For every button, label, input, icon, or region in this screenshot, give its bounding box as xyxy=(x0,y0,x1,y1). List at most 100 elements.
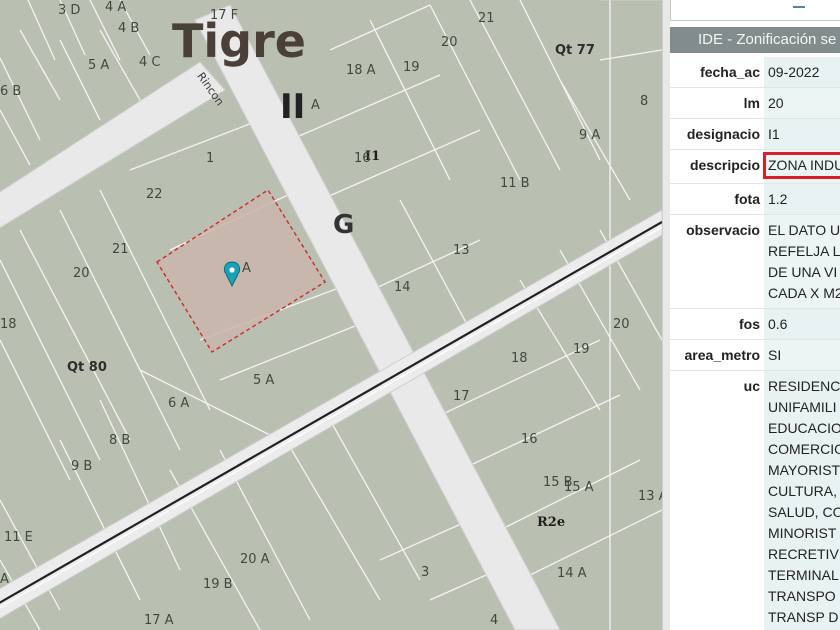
attribute-value: 09-2022 xyxy=(764,57,840,88)
attribute-value: RESIDENC UNIFAMILI EDUCACIO COMERCIO MAYORIS… xyxy=(764,370,840,630)
lot-label: 20 A xyxy=(240,552,270,567)
attribute-value-line: MINORIST xyxy=(768,525,837,541)
zone-code-r2e: R2e xyxy=(537,515,566,530)
attribute-row-designacio: designacio I1 xyxy=(670,118,840,150)
lot-label: 17 A xyxy=(144,613,174,628)
lot-label: 5 A xyxy=(88,58,110,73)
attribute-value-line: 0.6 xyxy=(768,316,788,332)
lot-label: 8 xyxy=(640,94,649,109)
attribute-value-line: TRANSPO xyxy=(768,588,836,604)
panel-toolbar[interactable] xyxy=(670,0,840,21)
lot-label: 5 A xyxy=(253,373,275,388)
attribute-value-line: RESIDENC xyxy=(768,378,840,394)
zone-letter-ii: II xyxy=(280,87,306,127)
lot-label: A xyxy=(0,572,9,587)
lot-label: 1 xyxy=(206,151,215,166)
lot-label: 11 B xyxy=(500,176,530,191)
attribute-row-observacio: observacio EL DATO U REFELJA L DE UNA VI CAD… xyxy=(670,214,840,309)
lot-label: 20 xyxy=(613,317,630,332)
lot-label: 14 A xyxy=(557,566,587,581)
feature-info-panel: IDE - Zonificación se fecha_ac 09-2022 lm 2… xyxy=(670,0,840,630)
lot-label: 4 A xyxy=(105,0,127,15)
attribute-value-line: CADA X M2 xyxy=(768,285,840,301)
attribute-key: area_metro xyxy=(670,339,764,371)
attribute-value-line: ZONA INDU xyxy=(763,152,840,179)
lot-label: 3 D xyxy=(58,3,81,18)
lot-label: 6 B xyxy=(0,84,22,99)
lot-label: A xyxy=(311,98,320,113)
attribute-value-line: TRANSP D xyxy=(768,609,839,625)
lot-label: 13 A xyxy=(638,489,662,504)
lot-label: 19 B xyxy=(203,577,233,592)
attribute-key: uc xyxy=(670,370,764,630)
attribute-row-lm: lm 20 xyxy=(670,87,840,119)
place-title: Tigre xyxy=(172,14,306,68)
lot-label: 4 C xyxy=(139,55,161,70)
attribute-value: I1 xyxy=(764,118,840,150)
attribute-value-line: UNIFAMILI xyxy=(768,399,837,415)
lot-label: 16 xyxy=(354,151,371,166)
attribute-value-line: RECRETIV xyxy=(768,546,839,562)
attribute-value-line: 09-2022 xyxy=(768,64,820,80)
lot-label: 18 xyxy=(0,317,17,332)
panel-title: IDE - Zonificación se xyxy=(670,27,840,53)
attribute-row-area_metro: area_metro SI xyxy=(670,339,840,371)
attribute-value-line: COMERCIO xyxy=(768,441,840,457)
attribute-value-line: REFELJA L xyxy=(768,243,840,259)
lot-label: 16 xyxy=(521,432,538,447)
roads xyxy=(0,0,662,630)
highlighted-value: ZONA INDU xyxy=(763,152,840,179)
lot-label: 9 A xyxy=(579,128,601,143)
lot-label: 20 xyxy=(73,266,90,281)
lot-label: 18 xyxy=(511,351,528,366)
lot-label: 22 xyxy=(146,187,163,202)
attribute-value-line: TERMINAL xyxy=(768,567,839,583)
attribute-value: EL DATO U REFELJA L DE UNA VI CADA X M2 xyxy=(764,214,840,309)
attribute-key: descripcio xyxy=(670,149,764,184)
lot-label: 13 xyxy=(453,243,470,258)
attribute-value-line: EDUCACIO xyxy=(768,420,840,436)
lot-label: 4 B xyxy=(118,21,140,36)
attribute-value: 0.6 xyxy=(764,308,840,340)
attribute-value-line: SI xyxy=(768,347,782,363)
lot-label: 21 xyxy=(112,242,129,257)
lot-label: 18 A xyxy=(346,63,376,78)
lot-label: 15 A xyxy=(564,480,594,495)
attribute-row-fos: fos 0.6 xyxy=(670,308,840,340)
attribute-value-line: EL DATO U xyxy=(768,222,840,238)
block-label: Qt 80 xyxy=(67,360,107,375)
zone-letter-g: G xyxy=(333,210,355,240)
attribute-value-line: 1.2 xyxy=(768,191,788,207)
attribute-key: designacio xyxy=(670,118,764,150)
lot-label: 19 xyxy=(573,342,590,357)
lot-label: A xyxy=(242,261,251,276)
lot-label: 14 xyxy=(394,280,411,295)
attribute-table: fecha_ac 09-2022 lm 20 designacio I1 descripci… xyxy=(670,57,840,630)
attribute-key: fos xyxy=(670,308,764,340)
attribute-key: fota xyxy=(670,183,764,215)
attribute-value: ZONA INDU xyxy=(763,149,840,184)
toolbar-icon[interactable] xyxy=(793,0,805,8)
attribute-value-line: CULTURA, xyxy=(768,483,837,499)
map-viewport[interactable]: Tigre Rincon II G I1 R2e Qt 77 Qt 80 3 D… xyxy=(0,0,662,630)
cadastral-map xyxy=(0,0,662,630)
attribute-row-descripcio: descripcio ZONA INDU xyxy=(670,149,840,184)
attribute-key: observacio xyxy=(670,214,764,309)
lot-label: 8 B xyxy=(109,433,131,448)
attribute-value: SI xyxy=(764,339,840,371)
attribute-key: fecha_ac xyxy=(670,57,764,88)
block-label: Qt 77 xyxy=(555,43,595,58)
attribute-value: 1.2 xyxy=(764,183,840,215)
attribute-value-line: DE UNA VI xyxy=(768,264,838,280)
lot-label: 17 F xyxy=(210,8,239,23)
lot-label: 17 xyxy=(453,389,470,404)
attribute-value-line: 20 xyxy=(768,95,784,111)
attribute-row-fecha_ac: fecha_ac 09-2022 xyxy=(670,57,840,88)
attribute-row-uc: uc RESIDENC UNIFAMILI EDUCACIO COMERCIO MAYOR… xyxy=(670,370,840,630)
lot-label: 9 B xyxy=(71,459,93,474)
lot-label: 6 A xyxy=(168,396,190,411)
attribute-key: lm xyxy=(670,87,764,119)
lot-label: 20 xyxy=(441,35,458,50)
lot-label: 3 xyxy=(421,565,430,580)
lot-label: 21 xyxy=(478,11,495,26)
